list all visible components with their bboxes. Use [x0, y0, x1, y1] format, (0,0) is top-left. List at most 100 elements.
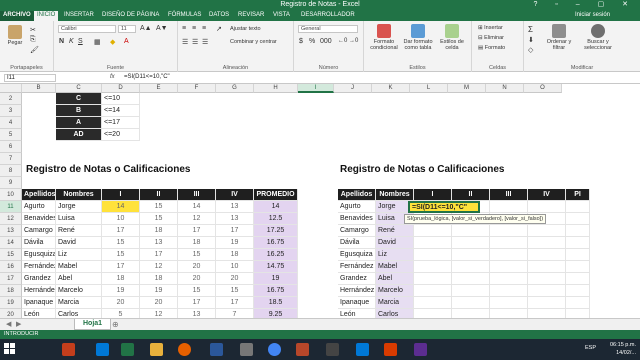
- empty-cell[interactable]: [414, 285, 452, 297]
- row-header-12[interactable]: 12: [0, 213, 22, 225]
- apellido-cell[interactable]: León: [338, 309, 376, 318]
- tab-revisar[interactable]: REVISAR: [235, 11, 267, 21]
- currency-icon[interactable]: $: [299, 38, 303, 45]
- row-header-10[interactable]: 10: [0, 189, 22, 201]
- grade-cell[interactable]: 17: [178, 225, 216, 237]
- empty-cell[interactable]: [528, 237, 566, 249]
- row-header-19[interactable]: 19: [0, 297, 22, 309]
- grade-cell[interactable]: 13: [178, 309, 216, 318]
- column-header-E[interactable]: E: [140, 84, 178, 93]
- empty-cell[interactable]: [528, 225, 566, 237]
- tab-vista[interactable]: VISTA: [270, 11, 293, 21]
- empty-cell[interactable]: [528, 273, 566, 285]
- align-right-icon[interactable]: ☰: [202, 38, 208, 46]
- windows-start-icon[interactable]: [4, 343, 16, 355]
- word-icon[interactable]: [210, 343, 223, 356]
- media-icon[interactable]: [296, 343, 309, 356]
- apellido-cell[interactable]: Fernández: [338, 261, 376, 273]
- empty-cell[interactable]: [566, 261, 590, 273]
- align-top-icon[interactable]: ≡: [182, 25, 186, 32]
- insert-function-icon[interactable]: fx: [110, 74, 115, 80]
- average-cell[interactable]: 14: [254, 201, 298, 213]
- average-cell[interactable]: 14.75: [254, 261, 298, 273]
- row-header-17[interactable]: 17: [0, 273, 22, 285]
- empty-cell[interactable]: [414, 261, 452, 273]
- average-cell[interactable]: 17.25: [254, 225, 298, 237]
- grade-cell[interactable]: 14: [102, 201, 140, 213]
- autosum-icon[interactable]: Σ: [528, 25, 533, 34]
- grade-cell[interactable]: 18: [140, 225, 178, 237]
- tab-archivo[interactable]: ARCHIVO: [0, 11, 34, 21]
- grade-cell[interactable]: 18: [216, 249, 254, 261]
- grade-cell[interactable]: 17: [216, 297, 254, 309]
- average-cell[interactable]: 18.5: [254, 297, 298, 309]
- grade-cell[interactable]: 7: [216, 309, 254, 318]
- nombre-cell[interactable]: Carlos: [376, 309, 414, 318]
- nombre-cell[interactable]: David: [376, 237, 414, 249]
- empty-cell[interactable]: [528, 261, 566, 273]
- grade-cell[interactable]: 17: [216, 225, 254, 237]
- font-name-select[interactable]: Calibri: [58, 25, 116, 33]
- italic-icon[interactable]: K: [69, 38, 74, 45]
- grade-cell[interactable]: 18: [178, 237, 216, 249]
- app-icon[interactable]: [326, 343, 339, 356]
- grade-cell[interactable]: 17: [140, 249, 178, 261]
- grade-cell[interactable]: 12: [140, 261, 178, 273]
- empty-cell[interactable]: [528, 297, 566, 309]
- tab-diseno[interactable]: DISEÑO DE PÁGINA: [99, 11, 162, 21]
- next-sheet-icon[interactable]: ▶: [16, 320, 21, 328]
- apellido-cell[interactable]: León: [22, 309, 56, 318]
- apellido-cell[interactable]: Ipanaque: [22, 297, 56, 309]
- apellido-cell[interactable]: Hernández: [338, 285, 376, 297]
- empty-cell[interactable]: [414, 309, 452, 318]
- empty-cell[interactable]: [566, 285, 590, 297]
- apellido-cell[interactable]: Egusquiza: [338, 249, 376, 261]
- nombre-cell[interactable]: David: [56, 237, 102, 249]
- empty-cell[interactable]: [414, 237, 452, 249]
- apellido-cell[interactable]: Fernández: [22, 261, 56, 273]
- window-controls[interactable]: ? ▫ – ▢ ✕: [533, 0, 636, 8]
- empty-cell[interactable]: [528, 285, 566, 297]
- tab-inicio[interactable]: INICIO: [34, 11, 59, 21]
- cut-icon[interactable]: ✂: [30, 26, 36, 34]
- empty-cell[interactable]: [452, 261, 490, 273]
- apellido-cell[interactable]: Ipanaque: [338, 297, 376, 309]
- grade-cell[interactable]: 12: [178, 213, 216, 225]
- empty-cell[interactable]: [452, 309, 490, 318]
- grade-cell[interactable]: 10: [216, 261, 254, 273]
- merge-center-button[interactable]: Combinar y centrar: [230, 39, 277, 45]
- apellido-cell[interactable]: Camargo: [338, 225, 376, 237]
- select-all-corner[interactable]: [0, 84, 22, 93]
- apellido-cell[interactable]: Benavides: [22, 213, 56, 225]
- font-color-icon[interactable]: A: [124, 38, 129, 45]
- nombre-cell[interactable]: Marcia: [56, 297, 102, 309]
- tab-datos[interactable]: DATOS: [206, 11, 232, 21]
- column-header-B[interactable]: B: [22, 84, 56, 93]
- apellido-cell[interactable]: Camargo: [22, 225, 56, 237]
- nombre-cell[interactable]: René: [56, 225, 102, 237]
- empty-cell[interactable]: [452, 225, 490, 237]
- column-header-L[interactable]: L: [410, 84, 448, 93]
- grade-cell[interactable]: 17: [178, 297, 216, 309]
- grade-cell[interactable]: 12: [140, 309, 178, 318]
- average-cell[interactable]: 12.5: [254, 213, 298, 225]
- empty-cell[interactable]: [414, 273, 452, 285]
- empty-cell[interactable]: [566, 225, 590, 237]
- clear-icon[interactable]: ◇: [528, 46, 533, 54]
- tab-formulas[interactable]: FÓRMULAS: [165, 11, 204, 21]
- powerpoint-icon[interactable]: [62, 343, 75, 356]
- nombre-cell[interactable]: Jorge: [56, 201, 102, 213]
- column-header-F[interactable]: F: [178, 84, 216, 93]
- row-header-11[interactable]: 11: [0, 201, 22, 213]
- find-select-button[interactable]: Buscar y seleccionar: [580, 24, 616, 51]
- nombre-cell[interactable]: Marcelo: [56, 285, 102, 297]
- underline-icon[interactable]: S: [78, 38, 83, 45]
- row-header-14[interactable]: 14: [0, 237, 22, 249]
- empty-cell[interactable]: [490, 225, 528, 237]
- increase-decimal-icon[interactable]: ←0: [338, 38, 347, 44]
- grade-cell[interactable]: 20: [178, 273, 216, 285]
- column-header-G[interactable]: G: [216, 84, 254, 93]
- empty-cell[interactable]: [566, 249, 590, 261]
- average-cell[interactable]: 9.25: [254, 309, 298, 318]
- apellido-cell[interactable]: Egusquiza: [22, 249, 56, 261]
